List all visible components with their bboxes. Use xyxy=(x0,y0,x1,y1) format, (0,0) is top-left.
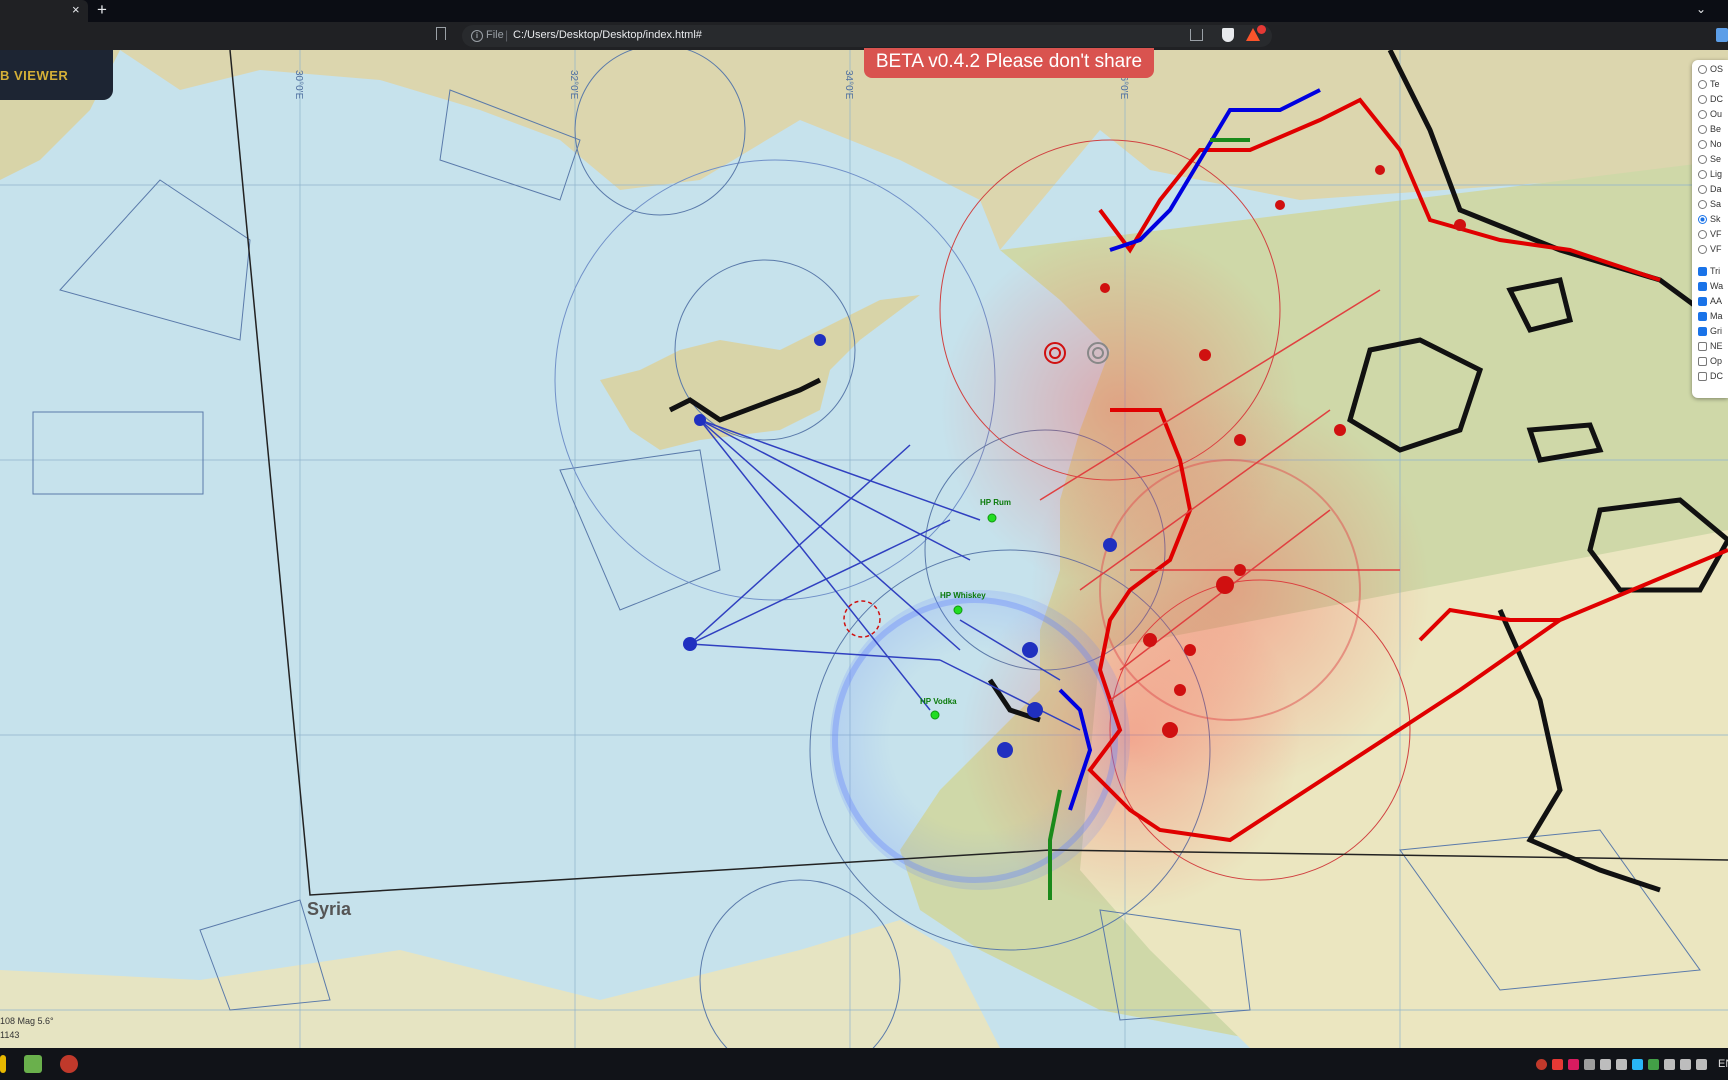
url-separator: | xyxy=(505,28,509,42)
base-layer-option[interactable]: Da xyxy=(1698,184,1722,198)
radio-button[interactable] xyxy=(1698,245,1707,255)
blue-ring xyxy=(830,590,1130,890)
overlay-option[interactable]: Gri xyxy=(1698,326,1722,340)
waypoint-label: HP Rum xyxy=(980,498,1011,507)
info-icon[interactable]: i xyxy=(471,30,483,42)
radio-button[interactable] xyxy=(1698,125,1707,135)
base-layer-option[interactable]: VF xyxy=(1698,229,1722,243)
overlay-option[interactable]: Tri xyxy=(1698,266,1720,280)
chevron-up-icon[interactable] xyxy=(1584,1059,1595,1070)
map-svg[interactable]: 30°0'E 32°0'E 34°0'E 36°0'E HP Rum HP Wh… xyxy=(0,50,1728,1048)
file-explorer-icon[interactable] xyxy=(0,1055,6,1073)
tray-app-icon[interactable] xyxy=(1536,1059,1547,1070)
base-layer-option[interactable]: No xyxy=(1698,139,1722,153)
tray-app-icon[interactable] xyxy=(1632,1059,1643,1070)
waypoint-label: HP Vodka xyxy=(920,697,957,706)
radio-button[interactable] xyxy=(1698,155,1707,165)
radio-button[interactable] xyxy=(1698,230,1707,240)
base-layer-option[interactable]: VF xyxy=(1698,244,1722,258)
radio-button[interactable] xyxy=(1698,170,1707,180)
browser-toolbar: i File | C:/Users/Desktop/Desktop/index.… xyxy=(0,22,1728,50)
base-layer-option[interactable]: Sa xyxy=(1698,199,1721,213)
overlay-option[interactable]: Ma xyxy=(1698,311,1723,325)
tray-app-icon[interactable] xyxy=(1648,1059,1659,1070)
base-layer-option[interactable]: Te xyxy=(1698,79,1720,93)
map-canvas[interactable]: 30°0'E 32°0'E 34°0'E 36°0'E HP Rum HP Wh… xyxy=(0,50,1728,1048)
notepad-icon[interactable] xyxy=(24,1055,42,1073)
radio-button[interactable] xyxy=(1698,185,1707,195)
overlay-option[interactable]: Wa xyxy=(1698,281,1723,295)
share-icon[interactable] xyxy=(1190,29,1203,41)
url-scheme: File xyxy=(486,29,504,41)
base-layer-option[interactable]: Se xyxy=(1698,154,1721,168)
checkbox-checked[interactable] xyxy=(1698,327,1707,337)
grid-label: 30°0'E xyxy=(293,70,304,100)
brave-shield-icon[interactable] xyxy=(1222,28,1234,42)
checkbox[interactable] xyxy=(1698,357,1707,367)
radio-button-selected[interactable] xyxy=(1698,215,1707,225)
grid-label: 32°0'E xyxy=(568,70,579,100)
checkbox-checked[interactable] xyxy=(1698,312,1707,322)
base-layer-option-selected[interactable]: Sk xyxy=(1698,214,1721,228)
checkbox[interactable] xyxy=(1698,372,1707,382)
radio-button[interactable] xyxy=(1698,95,1707,105)
battery-icon[interactable] xyxy=(1696,1059,1707,1070)
os-taskbar: EN xyxy=(0,1048,1728,1080)
tray-app-icon[interactable] xyxy=(1552,1059,1563,1070)
radio-button[interactable] xyxy=(1698,80,1707,90)
overlay-option[interactable]: DC xyxy=(1698,371,1723,385)
notification-badge xyxy=(1257,25,1266,34)
close-tab-icon[interactable]: × xyxy=(72,2,80,17)
base-layer-option[interactable]: Ou xyxy=(1698,109,1722,123)
browser-tab[interactable]: × xyxy=(0,0,88,22)
waypoint-label: HP Whiskey xyxy=(940,591,986,600)
grid-label: 34°0'E xyxy=(843,70,854,100)
app-logo-panel: B VIEWER xyxy=(0,50,113,100)
extension-icon[interactable] xyxy=(1716,28,1728,42)
base-layer-option[interactable]: Lig xyxy=(1698,169,1722,183)
bookmark-icon[interactable] xyxy=(436,27,446,40)
base-layer-option[interactable]: OS xyxy=(1698,64,1723,78)
radio-button[interactable] xyxy=(1698,110,1707,120)
tab-search-chevron-icon[interactable]: ⌄ xyxy=(1696,2,1706,16)
app-logo: B VIEWER xyxy=(0,68,69,83)
browser-tab-bar: × + ⌄ xyxy=(0,0,1728,22)
radio-button[interactable] xyxy=(1698,140,1707,150)
checkbox[interactable] xyxy=(1698,342,1707,352)
beta-banner: BETA v0.4.2 Please don't share xyxy=(864,48,1154,78)
input-language[interactable]: EN xyxy=(1718,1058,1728,1070)
radio-button[interactable] xyxy=(1698,200,1707,210)
radio-button[interactable] xyxy=(1698,65,1707,75)
checkbox-checked[interactable] xyxy=(1698,267,1707,277)
overlay-option[interactable]: Op xyxy=(1698,356,1722,370)
tray-app-icon[interactable] xyxy=(1568,1059,1579,1070)
magnetic-variation-readout: 108 Mag 5.6° xyxy=(0,1016,54,1026)
network-icon[interactable] xyxy=(1664,1059,1675,1070)
microphone-icon[interactable] xyxy=(1600,1059,1611,1070)
new-tab-button[interactable]: + xyxy=(97,0,107,20)
layer-control-panel[interactable]: OS Te DC Ou Be No Se Lig Da Sa Sk VF VF … xyxy=(1692,60,1728,398)
base-layer-option[interactable]: Be xyxy=(1698,124,1721,138)
volume-icon[interactable] xyxy=(1680,1059,1691,1070)
coordinate-readout: 1143 xyxy=(0,1030,20,1040)
checkbox-checked[interactable] xyxy=(1698,297,1707,307)
url-text[interactable]: C:/Users/Desktop/Desktop/index.html# xyxy=(513,29,702,41)
region-label: Syria xyxy=(307,899,352,919)
bluetooth-icon[interactable] xyxy=(1616,1059,1627,1070)
overlay-option[interactable]: AA xyxy=(1698,296,1722,310)
base-layer-option[interactable]: DC xyxy=(1698,94,1723,108)
address-bar[interactable]: i File | C:/Users/Desktop/Desktop/index.… xyxy=(462,25,1272,47)
browser-app-icon[interactable] xyxy=(60,1055,78,1073)
overlay-option[interactable]: NE xyxy=(1698,341,1723,355)
checkbox-checked[interactable] xyxy=(1698,282,1707,292)
